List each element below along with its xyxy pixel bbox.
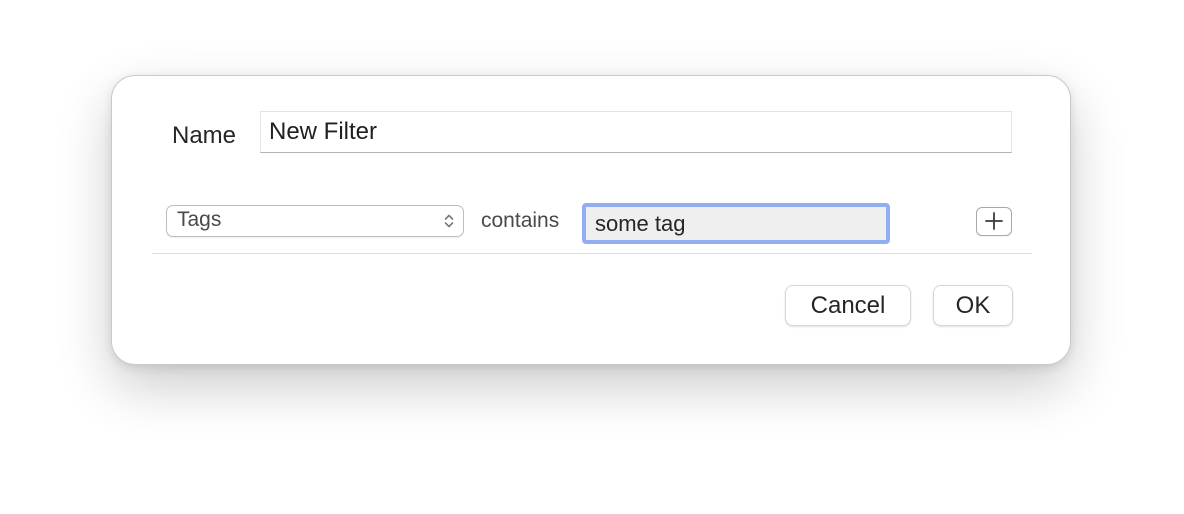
name-field[interactable]: New Filter — [260, 111, 1012, 153]
add-rule-button[interactable] — [976, 207, 1012, 236]
rule-field-select-label: Tags — [177, 208, 222, 231]
name-label: Name — [172, 122, 237, 149]
rule-operator-label: contains — [481, 209, 560, 232]
plus-icon — [985, 212, 1003, 230]
rule-value-input[interactable]: some tag — [582, 203, 890, 244]
new-filter-dialog: Name New Filter Tags contains some tag C… — [111, 75, 1071, 365]
cancel-button[interactable]: Cancel — [785, 285, 911, 326]
rule-divider — [152, 253, 1032, 254]
ok-button[interactable]: OK — [933, 285, 1013, 326]
rule-field-select[interactable]: Tags — [166, 205, 464, 237]
up-down-chevron-icon — [444, 214, 454, 228]
